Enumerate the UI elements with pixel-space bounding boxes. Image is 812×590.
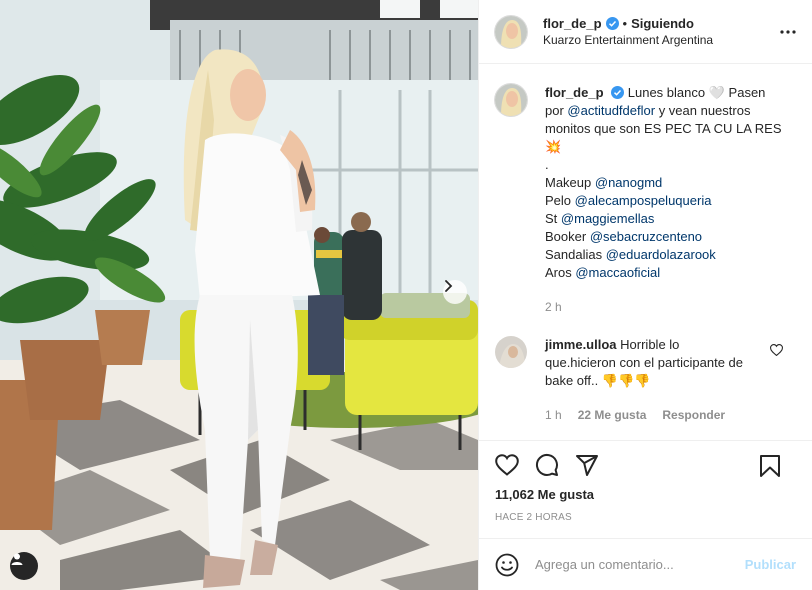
save-button[interactable]	[758, 454, 782, 478]
comment-likes[interactable]: 22 Me gusta	[578, 406, 647, 424]
caption: flor_de_p Lunes blanco 🤍 Pasen por @acti…	[495, 84, 796, 316]
credit-line: Booker @sebacruzcenteno	[545, 228, 791, 246]
caption-intro: Lunes blanco	[627, 85, 706, 100]
emoji-icon	[495, 553, 519, 576]
author-avatar-image	[495, 15, 527, 48]
caption-line-2-rest: y vean nuestros	[658, 103, 751, 118]
caption-pasen: Pasen	[728, 85, 766, 100]
credit-line: St @maggiemellas	[545, 210, 791, 228]
credit-line: Pelo @alecampospeluqueria	[545, 192, 791, 210]
caption-username[interactable]: flor_de_p	[545, 85, 604, 100]
more-options-button[interactable]	[778, 22, 798, 42]
caption-avatar-image	[495, 84, 527, 116]
caption-meta: 2 h	[545, 298, 791, 316]
comment-like-button[interactable]	[769, 344, 784, 358]
commenter-avatar[interactable]	[495, 336, 527, 368]
credit-label: Pelo	[545, 193, 572, 208]
post-header: flor_de_p • Siguiendo Kuarzo Entertainme…	[479, 0, 812, 64]
emoji-picker-button[interactable]	[495, 553, 519, 577]
credit-line: Sandalias @eduardolazarook	[545, 246, 791, 264]
header-user-line: flor_de_p • Siguiendo	[543, 15, 713, 32]
credit-label: Makeup	[545, 175, 592, 190]
mention-link[interactable]: @sebacruzcenteno	[590, 229, 702, 244]
mention-link[interactable]: @maccaoficial	[575, 265, 660, 280]
credit-label: Aros	[545, 265, 572, 280]
comment: jimme.ulloa Horrible lo que.hicieron con…	[495, 336, 796, 424]
reply-button[interactable]: Responder	[662, 406, 725, 424]
caption-body: flor_de_p Lunes blanco 🤍 Pasen por @acti…	[545, 84, 791, 316]
add-comment-bar: Publicar	[479, 538, 812, 590]
comment-text-3: bake off..	[545, 373, 599, 388]
credit-label: Booker	[545, 229, 587, 244]
commenter-username[interactable]: jimme.ulloa	[545, 337, 617, 352]
comment-time[interactable]: 1 h	[545, 406, 562, 424]
credit-line: Aros @maccaoficial	[545, 264, 791, 282]
caption-line-2: por @actitudfdeflor y vean nuestros	[545, 102, 791, 120]
post-details-panel: flor_de_p • Siguiendo Kuarzo Entertainme…	[478, 0, 812, 590]
white-heart-emoji: 🤍	[708, 85, 725, 100]
comment-input[interactable]	[535, 557, 745, 572]
post-actions: 11,062 Me gusta Hace 2 horas	[479, 440, 812, 538]
next-photo-button[interactable]	[443, 280, 467, 304]
mention-link[interactable]: @maggiemellas	[561, 211, 654, 226]
save-icon	[760, 455, 780, 477]
publish-button[interactable]: Publicar	[745, 557, 796, 572]
header-text: flor_de_p • Siguiendo Kuarzo Entertainme…	[543, 15, 713, 49]
heart-icon	[769, 344, 784, 357]
user-tag-icon	[11, 553, 23, 565]
likes-count[interactable]: 11,062 Me gusta	[495, 487, 796, 502]
comment-button[interactable]	[535, 453, 559, 477]
credit-label: St	[545, 211, 558, 226]
commenter-avatar-image	[495, 336, 527, 368]
post-photo[interactable]	[0, 0, 478, 590]
comment-line-1: jimme.ulloa Horrible lo	[545, 336, 791, 354]
mention-link[interactable]: @actitudfdeflor	[567, 103, 655, 118]
mention-link[interactable]: @alecampospeluqueria	[575, 193, 712, 208]
author-avatar[interactable]	[495, 15, 527, 48]
next-arrow-icon	[445, 280, 453, 292]
verified-badge-icon	[605, 16, 619, 30]
comment-meta: 1 h 22 Me gusta Responder	[545, 406, 791, 424]
collision-emoji: 💥	[545, 139, 562, 154]
caption-time[interactable]: 2 h	[545, 298, 562, 316]
caption-author-avatar[interactable]	[495, 84, 527, 116]
author-username[interactable]: flor_de_p	[543, 15, 602, 32]
mention-link[interactable]: @nanogmd	[595, 175, 662, 190]
comments-section: flor_de_p Lunes blanco 🤍 Pasen por @acti…	[479, 64, 812, 440]
comment-line-3: bake off.. 👎👎👎	[545, 372, 791, 390]
comment-text-2: que.hicieron con el participante de	[545, 355, 744, 370]
caption-por: por	[545, 103, 564, 118]
caption-line-1: flor_de_p Lunes blanco 🤍 Pasen	[545, 84, 791, 102]
follow-status-button[interactable]: Siguiendo	[631, 15, 694, 32]
caption-line-3: monitos que son ES PEC TA CU LA RES	[545, 121, 782, 136]
mention-link[interactable]: @eduardolazarook	[606, 247, 716, 262]
post-timestamp[interactable]: Hace 2 horas	[495, 512, 796, 523]
photo-scene	[0, 0, 478, 590]
verified-badge-icon	[611, 86, 625, 99]
post-location[interactable]: Kuarzo Entertainment Argentina	[543, 32, 713, 49]
instagram-post: flor_de_p • Siguiendo Kuarzo Entertainme…	[0, 0, 812, 590]
comment-icon	[535, 453, 558, 476]
more-options-icon	[780, 30, 796, 34]
share-icon	[576, 455, 598, 476]
share-button[interactable]	[575, 453, 599, 477]
thumbs-down-emoji: 👎👎👎	[601, 373, 651, 388]
heart-icon	[495, 454, 519, 476]
action-icons	[495, 451, 796, 479]
credit-label: Sandalias	[545, 247, 603, 262]
caption-dot: .	[545, 157, 549, 172]
credit-line: Makeup @nanogmd	[545, 174, 791, 192]
separator-dot: •	[622, 15, 628, 31]
comment-text-1: Horrible lo	[620, 337, 680, 352]
tagged-users-button[interactable]	[10, 552, 38, 580]
like-button[interactable]	[495, 453, 519, 477]
comment-body: jimme.ulloa Horrible lo que.hicieron con…	[545, 336, 791, 424]
